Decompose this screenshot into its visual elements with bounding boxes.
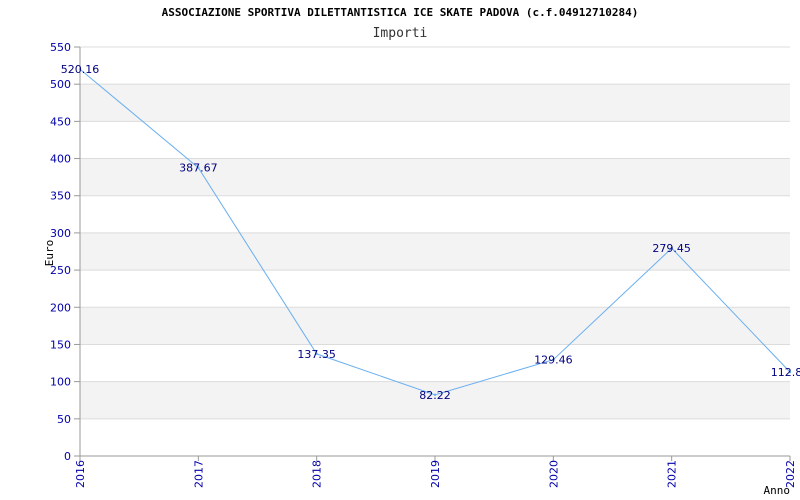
data-label: 520.16 bbox=[61, 63, 100, 76]
y-tick-label: 450 bbox=[50, 115, 71, 128]
x-tick-label: 2019 bbox=[429, 460, 442, 488]
x-tick-label: 2020 bbox=[547, 460, 560, 488]
x-axis-label: Anno bbox=[764, 484, 791, 497]
data-label: 279.45 bbox=[652, 242, 691, 255]
y-tick-label: 100 bbox=[50, 376, 71, 389]
y-tick-label: 150 bbox=[50, 338, 71, 351]
y-tick-label: 200 bbox=[50, 301, 71, 314]
line-chart: 050100150200250300350400450500550 2016 20… bbox=[43, 6, 800, 497]
x-tick-label: 2021 bbox=[666, 460, 679, 488]
y-tick-label: 300 bbox=[50, 227, 71, 240]
data-label: 82.22 bbox=[419, 389, 451, 402]
y-tick-label: 500 bbox=[50, 78, 71, 91]
y-axis-label: Euro bbox=[43, 240, 56, 267]
data-label: 137.35 bbox=[297, 348, 336, 361]
x-tick-label: 2018 bbox=[311, 460, 324, 488]
y-tick-label: 350 bbox=[50, 190, 71, 203]
y-tick-label: 550 bbox=[50, 41, 71, 54]
y-tick-label: 50 bbox=[57, 413, 71, 426]
grid-band bbox=[80, 84, 790, 122]
data-label: 129.46 bbox=[534, 354, 573, 367]
x-tick-label: 2017 bbox=[192, 460, 205, 488]
x-tick-labels: 2016 2017 2018 2019 2020 2021 2022 bbox=[74, 460, 797, 488]
chart-title: ASSOCIAZIONE SPORTIVA DILETTANTISTICA IC… bbox=[162, 6, 639, 19]
data-label: 112.84 bbox=[771, 366, 800, 379]
data-label: 387.67 bbox=[179, 162, 218, 175]
y-tick-label: 0 bbox=[64, 450, 71, 463]
chart-subtitle: Importi bbox=[373, 26, 428, 41]
grid-band bbox=[80, 307, 790, 345]
x-tick-label: 2016 bbox=[74, 460, 87, 488]
y-tick-label: 400 bbox=[50, 153, 71, 166]
